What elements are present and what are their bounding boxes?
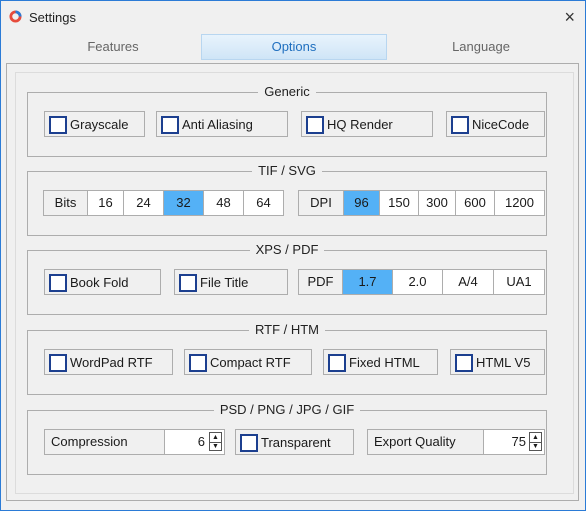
pdf-version-selector: PDF 1.7 2.0 A/4 UA1 [298,269,545,295]
compression-label: Compression [45,430,165,454]
checkbox-label: Fixed HTML [349,355,420,370]
checkbox-square [455,354,473,372]
checkbox-label: File Title [200,275,249,290]
wordpad-rtf-checkbox[interactable]: WordPad RTF [44,349,173,375]
app-ring-icon [9,10,22,23]
pdf-option-ua1[interactable]: UA1 [494,270,544,294]
close-icon[interactable]: × [564,7,575,28]
pdf-label: PDF [299,270,343,294]
bits-option-64[interactable]: 64 [244,191,283,215]
dpi-option-1200[interactable]: 1200 [495,191,544,215]
checkbox-label: Compact RTF [210,355,291,370]
checkbox-label: HQ Render [327,117,393,132]
checkbox-label: Transparent [261,435,331,450]
compact-rtf-checkbox[interactable]: Compact RTF [184,349,312,375]
tab-features[interactable]: Features [23,34,203,60]
bits-selector: Bits 16 24 32 48 64 [43,190,284,216]
fixed-html-checkbox[interactable]: Fixed HTML [323,349,438,375]
checkbox-square [451,116,469,134]
spin-down-icon[interactable]: ▼ [530,442,541,451]
export-quality-value[interactable]: 75 [486,430,526,454]
checkbox-square [49,354,67,372]
dpi-option-300[interactable]: 300 [419,191,456,215]
checkbox-label: Book Fold [70,275,129,290]
group-tif-svg-legend: TIF / SVG [252,163,322,178]
compression-field: Compression 6 ▲ ▼ [44,429,225,455]
export-quality-label: Export Quality [368,430,484,454]
title-bar: Settings × [1,1,585,32]
export-quality-field: Export Quality 75 ▲ ▼ [367,429,545,455]
checkbox-square [328,354,346,372]
checkbox-square [306,116,324,134]
tab-bar: Features Options Language [1,34,585,60]
bits-label: Bits [44,191,88,215]
pdf-option-a4[interactable]: A/4 [443,270,494,294]
dpi-label: DPI [299,191,344,215]
settings-window: Settings × Features Options Language Gen… [0,0,586,511]
checkbox-label: HTML V5 [476,355,531,370]
spin-down-icon[interactable]: ▼ [210,442,221,451]
dpi-selector: DPI 96 150 300 600 1200 [298,190,545,216]
compression-value[interactable]: 6 [167,430,205,454]
checkbox-label: Grayscale [70,117,129,132]
checkbox-label: NiceCode [472,117,530,132]
group-rtf-htm-legend: RTF / HTM [248,322,326,337]
bits-option-32[interactable]: 32 [164,191,204,215]
checkbox-square [49,116,67,134]
pdf-option-2-0[interactable]: 2.0 [393,270,443,294]
book-fold-checkbox[interactable]: Book Fold [44,269,161,295]
checkbox-label: Anti Aliasing [182,117,253,132]
transparent-checkbox[interactable]: Transparent [235,429,354,455]
bits-option-16[interactable]: 16 [88,191,124,215]
nicecode-checkbox[interactable]: NiceCode [446,111,545,137]
tab-language[interactable]: Language [391,34,571,60]
checkbox-square [240,434,258,452]
export-quality-spinner: ▲ ▼ [529,432,542,451]
html-v5-checkbox[interactable]: HTML V5 [450,349,545,375]
tab-options[interactable]: Options [201,34,387,60]
checkbox-label: WordPad RTF [70,355,153,370]
compression-spinner: ▲ ▼ [209,432,222,451]
bits-option-24[interactable]: 24 [124,191,164,215]
group-generic-legend: Generic [258,84,316,99]
file-title-checkbox[interactable]: File Title [174,269,288,295]
group-xps-pdf-legend: XPS / PDF [249,242,325,257]
checkbox-square [189,354,207,372]
anti-aliasing-checkbox[interactable]: Anti Aliasing [156,111,288,137]
checkbox-square [49,274,67,292]
dpi-option-150[interactable]: 150 [380,191,419,215]
window-title: Settings [29,10,76,25]
hq-render-checkbox[interactable]: HQ Render [301,111,433,137]
checkbox-square [179,274,197,292]
dpi-option-96[interactable]: 96 [344,191,380,215]
group-psd-png-jpg-gif-legend: PSD / PNG / JPG / GIF [213,402,361,417]
pdf-option-1-7[interactable]: 1.7 [343,270,393,294]
bits-option-48[interactable]: 48 [204,191,244,215]
checkbox-square [161,116,179,134]
grayscale-checkbox[interactable]: Grayscale [44,111,145,137]
dpi-option-600[interactable]: 600 [456,191,495,215]
